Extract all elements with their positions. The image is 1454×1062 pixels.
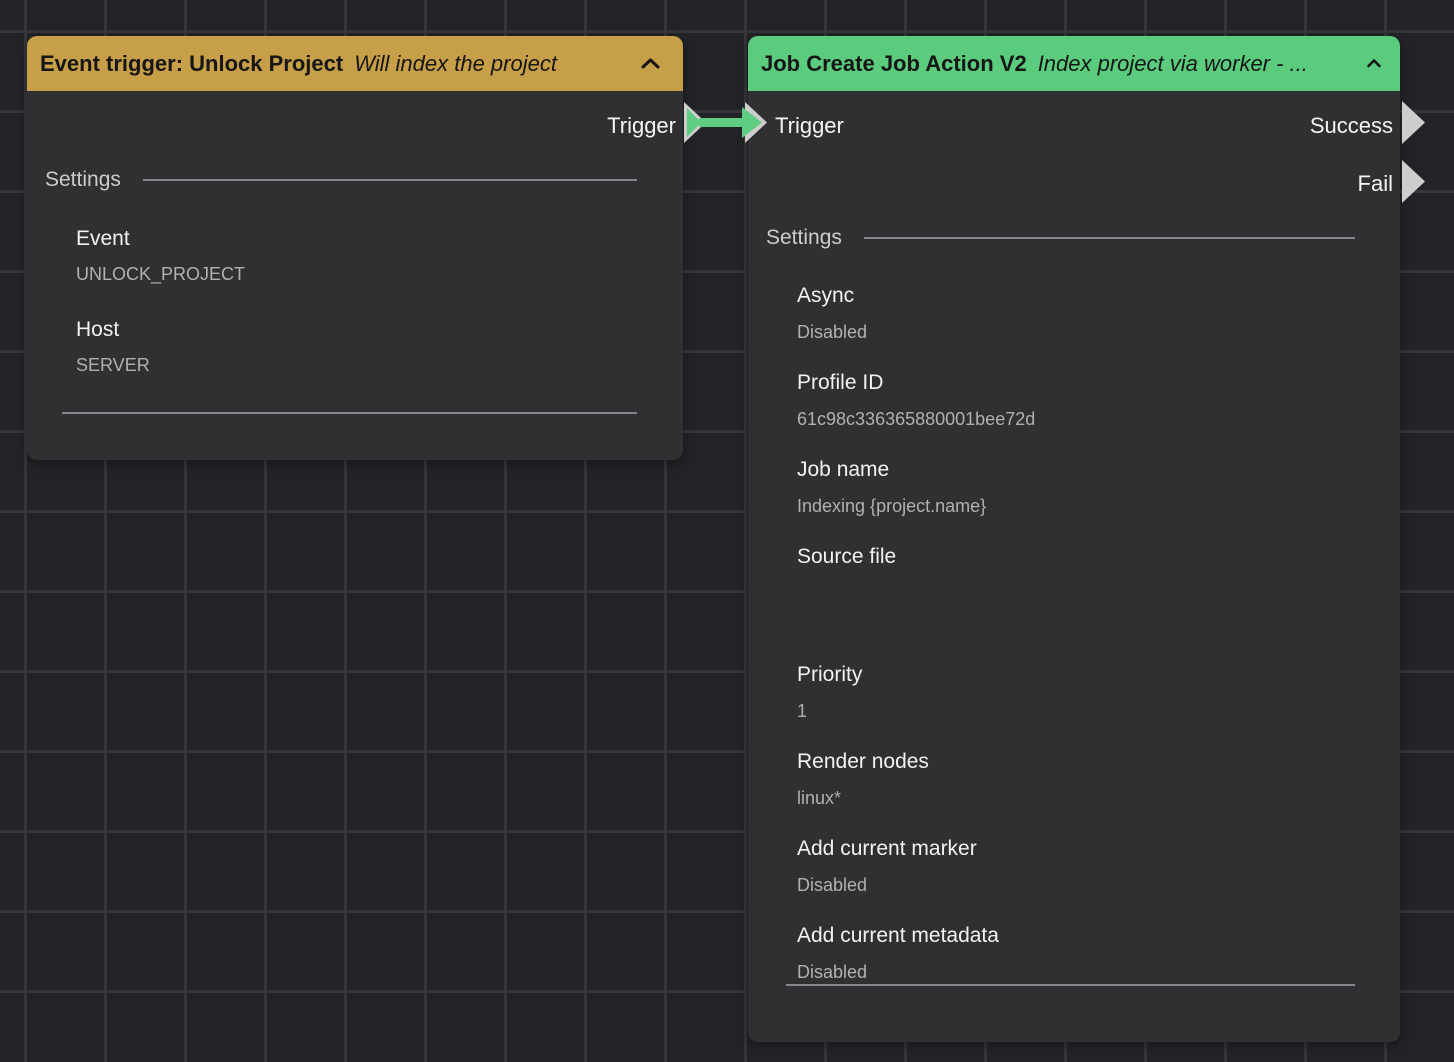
field-source-file: Source file — [748, 545, 1400, 603]
field-value: Indexing {project.name} — [797, 496, 1400, 516]
field-value: 61c98c336365880001bee72d — [797, 409, 1400, 429]
port-arrow-icon — [1402, 160, 1425, 203]
field-value — [797, 583, 1400, 603]
field-label: Async — [797, 284, 1400, 308]
settings-divider — [864, 237, 1355, 239]
port-row-trigger-success: Trigger Success — [748, 112, 1400, 140]
port-row-fail: Fail — [748, 170, 1400, 198]
settings-section-header: Settings — [27, 167, 683, 193]
node-job-create-job-action[interactable]: Job Create Job Action V2 Index project v… — [748, 36, 1400, 1042]
node-bottom-divider — [786, 984, 1355, 986]
output-port-label-trigger: Trigger — [607, 112, 676, 140]
output-port-row: Trigger — [27, 112, 683, 140]
port-arrow-icon — [1402, 101, 1425, 144]
chevron-up-icon[interactable] — [1366, 58, 1382, 69]
field-priority: Priority 1 — [748, 663, 1400, 721]
field-label: Render nodes — [797, 750, 1400, 774]
node-subtitle: Index project via worker - ... — [1038, 51, 1308, 77]
field-label: Priority — [797, 663, 1400, 687]
field-label: Add current metadata — [797, 924, 1400, 948]
node-graph-canvas[interactable]: { "colors": { "event_trigger_header": "#… — [0, 0, 1454, 1062]
field-profile-id: Profile ID 61c98c336365880001bee72d — [748, 371, 1400, 429]
settings-label: Settings — [45, 167, 121, 193]
field-value: SERVER — [76, 355, 683, 375]
node-event-trigger[interactable]: Event trigger: Unlock Project Will index… — [27, 36, 683, 460]
output-port-success[interactable] — [1402, 101, 1426, 144]
node-title: Job Create Job Action V2 — [761, 51, 1027, 77]
field-value: Disabled — [797, 875, 1400, 895]
node-job-create-header[interactable]: Job Create Job Action V2 Index project v… — [748, 36, 1400, 91]
field-add-current-marker: Add current marker Disabled — [748, 837, 1400, 895]
output-port-label-fail: Fail — [1358, 170, 1393, 198]
node-title: Event trigger: Unlock Project — [40, 51, 343, 77]
field-render-nodes: Render nodes linux* — [748, 750, 1400, 808]
field-label: Add current marker — [797, 837, 1400, 861]
field-value: UNLOCK_PROJECT — [76, 264, 683, 284]
field-host: Host SERVER — [27, 318, 683, 375]
field-value: Disabled — [797, 962, 1400, 982]
field-label: Host — [76, 318, 683, 342]
field-job-name: Job name Indexing {project.name} — [748, 458, 1400, 516]
node-subtitle: Will index the project — [354, 51, 557, 77]
field-label: Profile ID — [797, 371, 1400, 395]
chevron-up-icon[interactable] — [640, 57, 661, 70]
connection-trigger-to-trigger[interactable] — [684, 100, 770, 145]
field-async: Async Disabled — [748, 284, 1400, 342]
field-label: Job name — [797, 458, 1400, 482]
field-value: Disabled — [797, 322, 1400, 342]
settings-divider — [143, 179, 637, 181]
field-event: Event UNLOCK_PROJECT — [27, 227, 683, 284]
node-bottom-divider — [62, 412, 637, 414]
field-value: linux* — [797, 788, 1400, 808]
field-add-current-metadata: Add current metadata Disabled — [748, 924, 1400, 982]
settings-label: Settings — [766, 225, 842, 251]
field-label: Event — [76, 227, 683, 251]
input-port-label-trigger: Trigger — [775, 112, 844, 140]
field-label: Source file — [797, 545, 1400, 569]
settings-section-header: Settings — [748, 225, 1400, 251]
field-value: 1 — [797, 701, 1400, 721]
output-port-fail[interactable] — [1402, 160, 1426, 203]
node-event-trigger-header[interactable]: Event trigger: Unlock Project Will index… — [27, 36, 683, 91]
output-port-label-success: Success — [1310, 112, 1393, 140]
